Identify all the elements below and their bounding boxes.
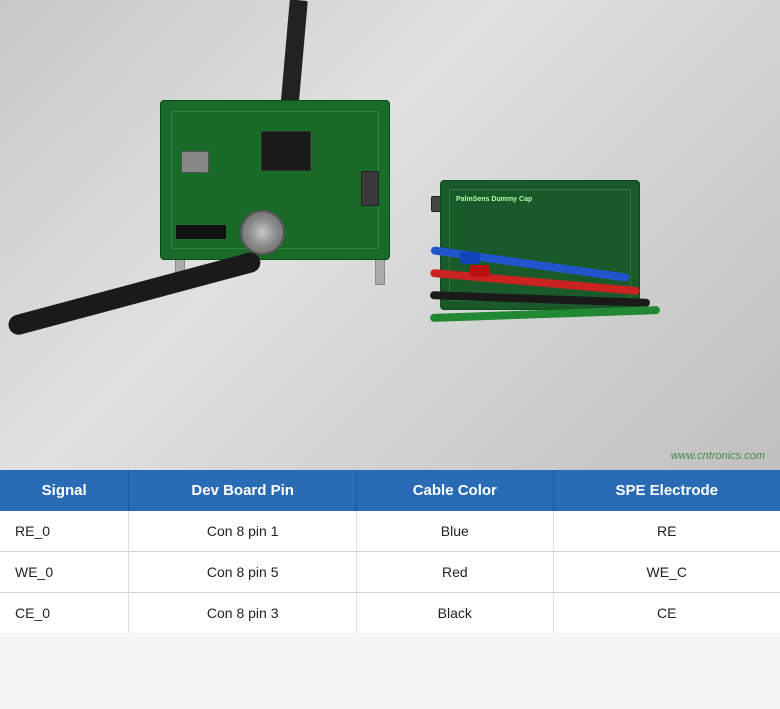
table-row: WE_0Con 8 pin 5RedWE_C [0,552,780,593]
cell-spe_electrode: CE [553,593,780,634]
cell-spe_electrode: WE_C [553,552,780,593]
red-clip [470,265,490,277]
col-dev-board-pin: Dev Board Pin [129,470,357,511]
cell-cable_color: Black [357,593,553,634]
cell-signal: CE_0 [0,593,129,634]
cell-cable_color: Blue [357,511,553,552]
watermark: www.cntronics.com [671,450,765,462]
cell-spe_electrode: RE [553,511,780,552]
main-container: PalmSens Dummy Cap www.cntronics.com Sig… [0,0,780,709]
blue-clip [460,252,480,264]
cell-dev_board_pin: Con 8 pin 1 [129,511,357,552]
cell-dev_board_pin: Con 8 pin 5 [129,552,357,593]
cell-signal: WE_0 [0,552,129,593]
table-header-row: Signal Dev Board Pin Cable Color SPE Ele… [0,470,780,511]
usb-cable [280,0,308,111]
connection-table: Signal Dev Board Pin Cable Color SPE Ele… [0,470,780,709]
main-cable [6,250,262,337]
cell-signal: RE_0 [0,511,129,552]
signal-table: Signal Dev Board Pin Cable Color SPE Ele… [0,470,780,633]
col-spe-electrode: SPE Electrode [553,470,780,511]
ethernet-port [181,151,209,173]
cell-dev_board_pin: Con 8 pin 3 [129,593,357,634]
pcb-scene: PalmSens Dummy Cap www.cntronics.com [0,0,780,470]
col-cable-color: Cable Color [357,470,553,511]
spe-board-label: PalmSens Dummy Cap [456,196,532,203]
col-signal: Signal [0,470,129,511]
main-chip [261,131,311,171]
product-image: PalmSens Dummy Cap www.cntronics.com [0,0,780,470]
table-row: RE_0Con 8 pin 1BlueRE [0,511,780,552]
connector-row [176,225,226,239]
table-row: CE_0Con 8 pin 3BlackCE [0,593,780,634]
circular-connector [240,210,285,255]
cell-cable_color: Red [357,552,553,593]
small-connector [361,171,379,206]
